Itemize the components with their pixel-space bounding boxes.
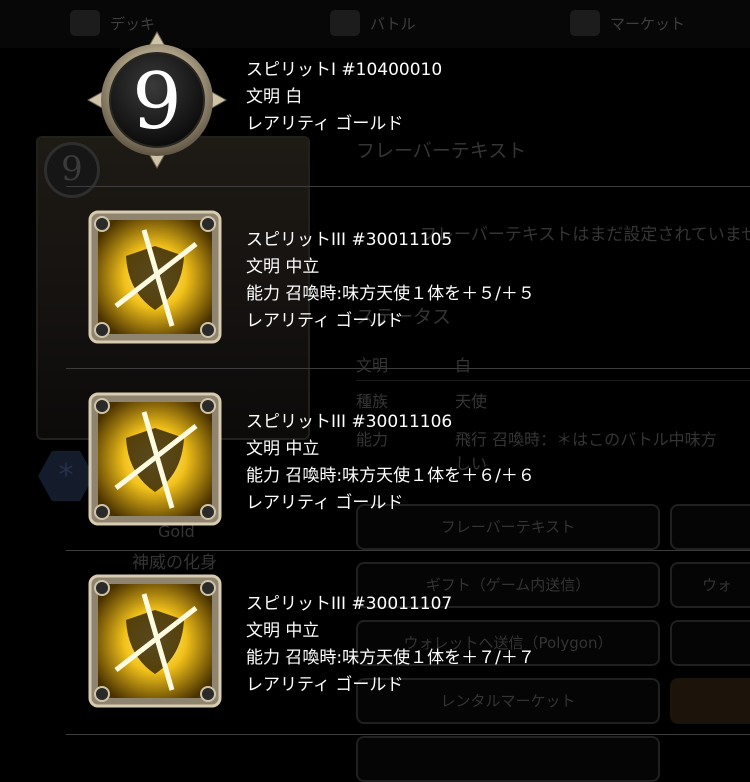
list-divider bbox=[66, 186, 750, 187]
nav-tab-battle[interactable]: バトル bbox=[330, 10, 415, 36]
stat-divider bbox=[356, 380, 750, 381]
spirit-title: スピリットIII #30011107 bbox=[246, 594, 453, 614]
nav-tab-label: バトル bbox=[370, 14, 416, 33]
spirit-rarity: レアリティ ゴールド bbox=[246, 311, 404, 331]
nav-tab-market[interactable]: マーケット bbox=[570, 10, 685, 36]
spirit-ability: 能力 召喚時:味方天使１体を＋７/＋７ bbox=[246, 648, 535, 668]
list-divider bbox=[66, 550, 750, 551]
card-name: 神威の化身 bbox=[132, 553, 217, 573]
spirit-title: スピリットIII #30011105 bbox=[246, 230, 453, 250]
nav-tab-label: マーケット bbox=[610, 14, 686, 33]
spirit-title: スピリットI #10400010 bbox=[246, 60, 443, 80]
spirit-info: スピリットIII #30011107 文明 中立 能力 召喚時:味方天使１体を＋… bbox=[246, 591, 535, 699]
stat-value: 白 bbox=[455, 356, 472, 375]
spirit-civilization: 文明 中立 bbox=[246, 439, 320, 459]
list-divider bbox=[66, 734, 750, 735]
crossed-shield-gold-icon bbox=[88, 574, 222, 708]
spirit-ability: 能力 召喚時:味方天使１体を＋６/＋６ bbox=[246, 466, 535, 486]
spirit-info: スピリットIII #30011106 文明 中立 能力 召喚時:味方天使１体を＋… bbox=[246, 409, 535, 517]
spirit-civilization: 文明 中立 bbox=[246, 621, 320, 641]
crossed-swords-icon bbox=[330, 10, 360, 36]
spirit-civilization: 文明 中立 bbox=[246, 257, 320, 277]
asterisk-hex-icon: * bbox=[38, 450, 94, 502]
spirit-info: スピリットIII #30011105 文明 中立 能力 召喚時:味方天使１体を＋… bbox=[246, 227, 535, 335]
spirit-ability: 能力 召喚時:味方天使１体を＋５/＋５ bbox=[246, 284, 535, 304]
list-divider bbox=[66, 368, 750, 369]
highlight-button[interactable] bbox=[670, 678, 750, 724]
side-button[interactable] bbox=[670, 504, 750, 550]
crossed-shield-gold-icon bbox=[88, 210, 222, 344]
svg-text:9: 9 bbox=[132, 57, 182, 147]
bottom-button[interactable] bbox=[356, 736, 660, 782]
spirit-title: スピリットIII #30011106 bbox=[246, 412, 453, 432]
shop-icon bbox=[570, 10, 600, 36]
spirit-info: スピリットI #10400010 文明 白 レアリティ ゴールド bbox=[246, 57, 442, 138]
spirit-rarity: レアリティ ゴールド bbox=[246, 493, 404, 513]
crossed-shield-gold-icon bbox=[88, 392, 222, 526]
spirit-rarity: レアリティ ゴールド bbox=[246, 114, 404, 134]
number-9-medallion-icon: 9 bbox=[84, 30, 230, 170]
stat-key: 文明 bbox=[356, 356, 389, 375]
spirit-rarity: レアリティ ゴールド bbox=[246, 675, 404, 695]
spirit-civilization: 文明 白 bbox=[246, 87, 303, 107]
flavor-heading: フレーバーテキスト bbox=[356, 140, 527, 162]
wallet-button[interactable]: ウォ bbox=[670, 562, 750, 608]
side-button[interactable] bbox=[670, 620, 750, 666]
